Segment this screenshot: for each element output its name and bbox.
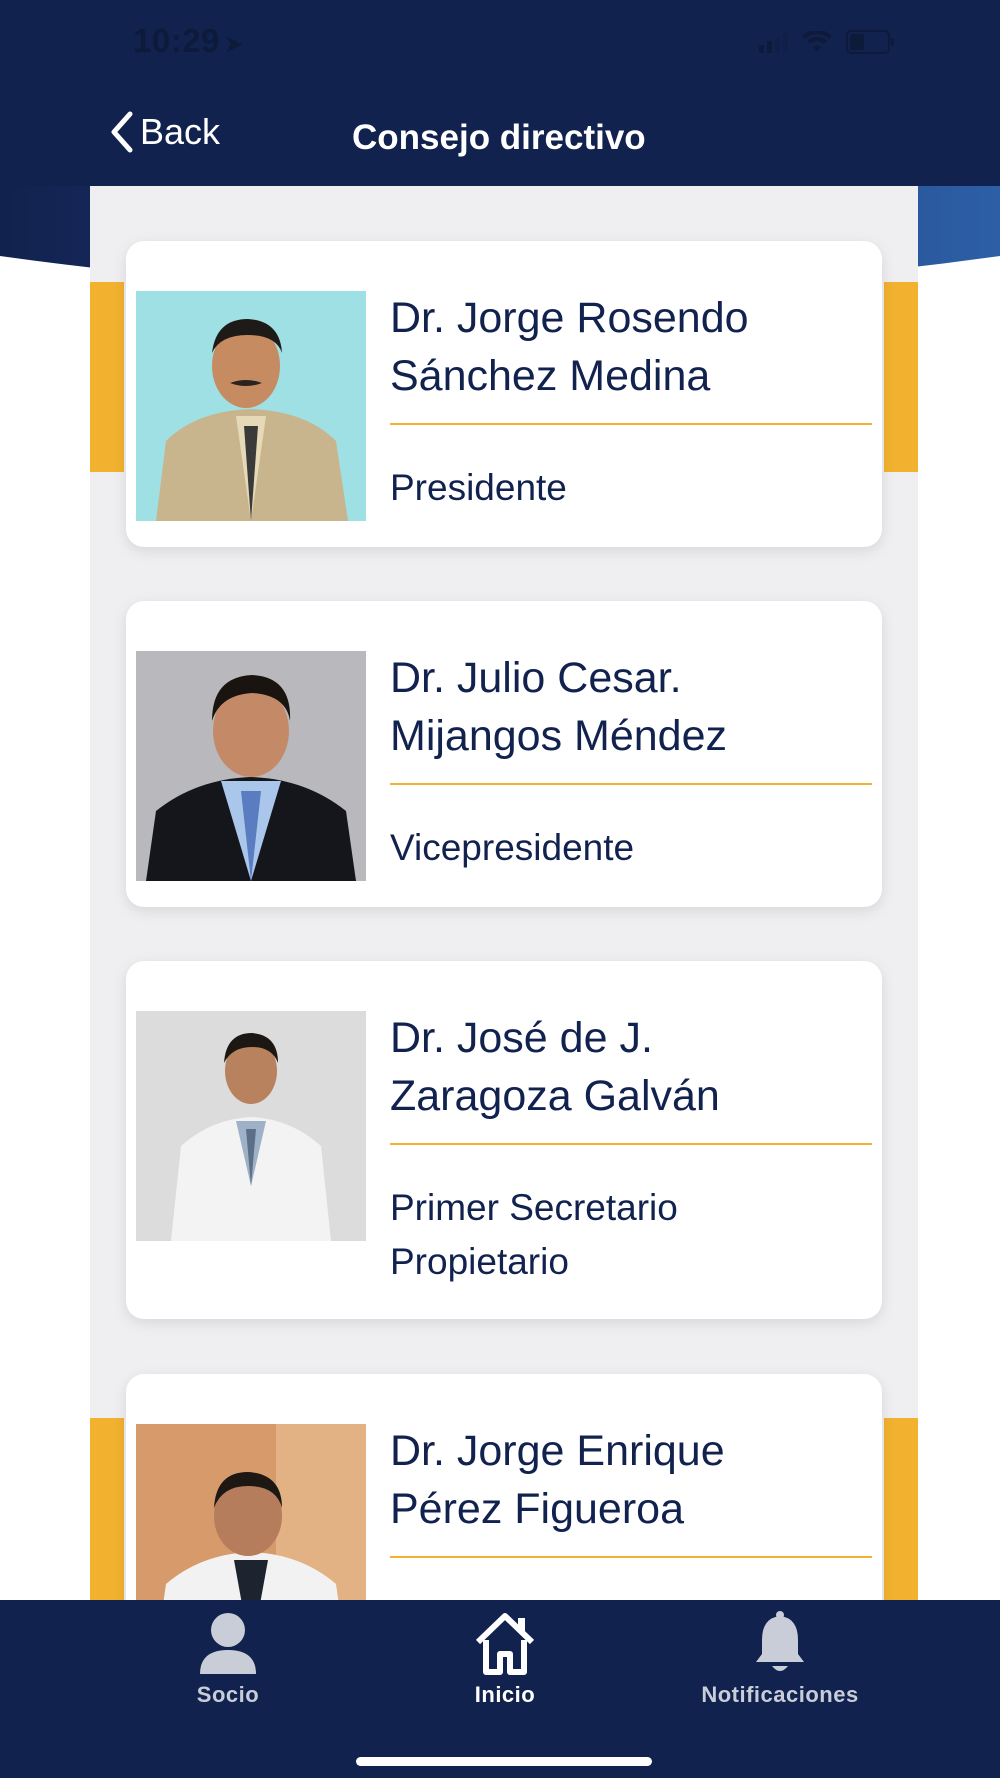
member-name-line: Pérez Figueroa [390,1485,684,1533]
member-name: Dr. Jorge Enrique Pérez Figueroa [390,1422,860,1538]
member-role: Primer Secretario Propietario [390,1181,860,1289]
member-name: Dr. Julio Cesar. Mijangos Méndez [390,649,860,765]
divider [390,1556,872,1558]
member-name-line: Dr. Jorge Enrique [390,1427,725,1475]
tab-bar: Socio Inicio Notificaciones [0,1600,1000,1778]
member-name-line: Dr. Julio Cesar. [390,654,682,702]
member-role-line: Primer Secretario [390,1187,678,1228]
member-name-line: Sánchez Medina [390,352,711,400]
tab-label: Inicio [474,1682,536,1707]
bell-icon [756,1611,804,1671]
page-title: Consejo directivo [352,118,646,157]
member-photo [136,651,366,881]
navigation-bar: Back Consejo directivo [0,90,1000,186]
tab-inicio[interactable]: Inicio [405,1610,605,1708]
gold-accent [90,282,124,472]
gold-accent [884,1418,918,1608]
tab-label: Notificaciones [701,1682,859,1707]
member-photo [136,291,366,521]
tab-socio[interactable]: Socio [128,1610,328,1708]
member-card[interactable]: Dr. José de J. Zaragoza Galván Primer Se… [126,961,882,1319]
back-button[interactable]: Back [108,110,220,154]
status-time: 10:29 ➤ [133,22,245,60]
home-indicator [356,1757,652,1766]
gold-accent [884,282,918,472]
member-role: Vicepresidente [390,821,860,875]
gold-accent [90,1418,124,1608]
battery-icon [846,30,894,54]
tab-notificaciones[interactable]: Notificaciones [680,1610,880,1708]
person-icon [200,1613,256,1674]
divider [390,423,872,425]
member-card[interactable]: Dr. Jorge Enrique Pérez Figueroa [126,1374,882,1654]
member-role: Presidente [390,461,860,515]
member-photo [136,1011,366,1241]
member-name-line: Dr. José de J. [390,1014,653,1062]
member-role-line: Presidente [390,467,567,508]
member-name-line: Dr. Jorge Rosendo [390,294,749,342]
member-name-line: Mijangos Méndez [390,712,728,760]
cellular-signal-icon [759,31,788,53]
status-bar: 10:29 ➤ [0,0,1000,90]
member-card[interactable]: Dr. Julio Cesar. Mijangos Méndez Vicepre… [126,601,882,907]
status-time-text: 10:29 [133,22,220,59]
back-label: Back [140,111,221,152]
location-icon: ➤ [223,31,245,58]
member-role-line: Propietario [390,1241,569,1282]
chevron-left-icon [111,111,133,153]
divider [390,783,872,785]
home-icon [475,1613,535,1675]
member-name: Dr. Jorge Rosendo Sánchez Medina [390,289,860,405]
member-name-line: Zaragoza Galván [390,1072,720,1120]
member-name: Dr. José de J. Zaragoza Galván [390,1009,860,1125]
member-card[interactable]: Dr. Jorge Rosendo Sánchez Medina Preside… [126,241,882,547]
tab-label: Socio [196,1682,260,1707]
divider [390,1143,872,1145]
status-icons [759,30,894,54]
member-role-line: Vicepresidente [390,827,635,868]
wifi-icon [802,31,832,52]
